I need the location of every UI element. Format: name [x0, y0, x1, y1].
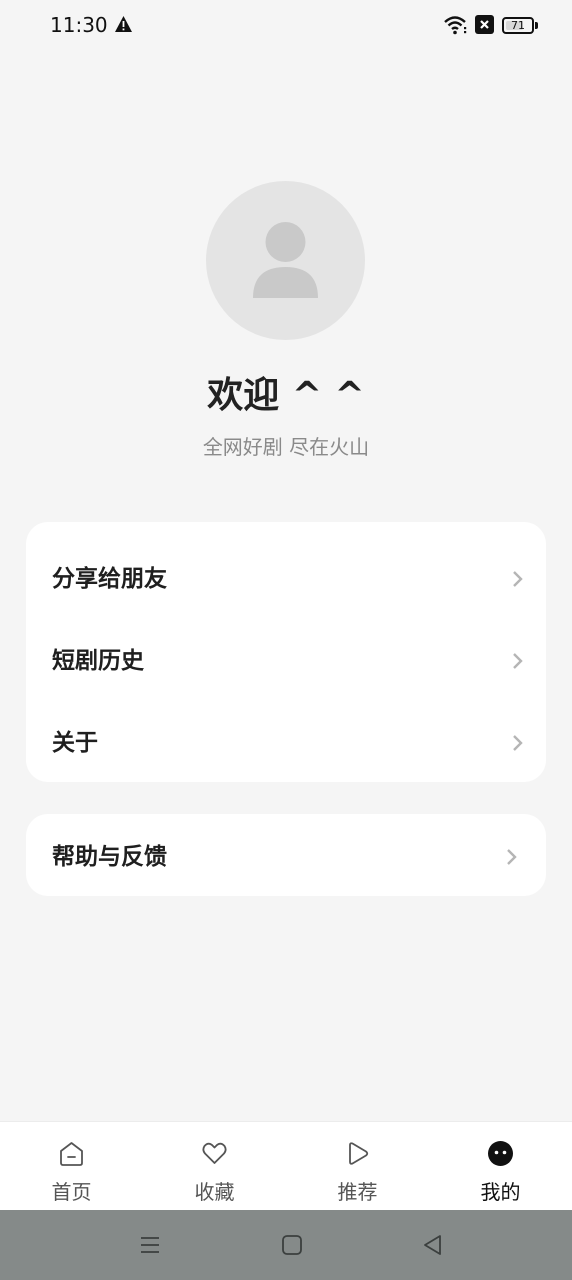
- wifi-icon: [444, 16, 467, 35]
- welcome-title: 欢迎 ^ ^: [207, 375, 365, 416]
- status-time: 11:30: [50, 13, 108, 37]
- tab-label: 推荐: [337, 1180, 378, 1204]
- bottom-tab-bar: 首页 收藏 推荐 我的: [0, 1121, 572, 1210]
- user-avatar-icon[interactable]: [206, 181, 365, 340]
- tab-favorites[interactable]: 收藏: [143, 1122, 286, 1211]
- chevron-right-icon: [513, 571, 523, 587]
- back-triangle-icon[interactable]: [420, 1232, 446, 1258]
- tab-label: 首页: [51, 1180, 92, 1204]
- welcome-subtitle: 全网好剧 尽在火山: [202, 435, 370, 459]
- profile-face-icon: [488, 1141, 513, 1166]
- home-square-icon[interactable]: [279, 1232, 305, 1258]
- menu-card-help: 帮助与反馈: [26, 814, 546, 896]
- chevron-right-icon: [513, 735, 523, 751]
- menu-item-label: 分享给朋友: [52, 566, 167, 592]
- system-nav-bar: [0, 1210, 572, 1280]
- tab-label: 我的: [480, 1180, 521, 1204]
- menu-item-label: 短剧历史: [52, 648, 144, 674]
- menu-item-about[interactable]: 关于: [26, 702, 546, 784]
- heart-icon: [202, 1142, 227, 1164]
- menu-item-history[interactable]: 短剧历史: [26, 620, 546, 702]
- home-icon: [60, 1142, 83, 1166]
- chevron-right-icon: [507, 849, 517, 865]
- tab-recommend[interactable]: 推荐: [286, 1122, 429, 1211]
- menu-item-share[interactable]: 分享给朋友: [26, 538, 546, 620]
- chevron-right-icon: [513, 653, 523, 669]
- menu-icon[interactable]: [137, 1232, 163, 1258]
- tab-label: 收藏: [194, 1180, 235, 1204]
- menu-item-label: 帮助与反馈: [52, 844, 167, 870]
- menu-item-help-feedback[interactable]: 帮助与反馈: [26, 816, 546, 898]
- tab-mine[interactable]: 我的: [429, 1122, 572, 1211]
- play-icon: [349, 1142, 369, 1165]
- tab-home[interactable]: 首页: [0, 1122, 143, 1211]
- status-bar: 11:30 71: [0, 0, 572, 52]
- alert-icon: [115, 16, 132, 32]
- battery-icon: 71: [502, 17, 538, 34]
- battery-level: 71: [511, 19, 525, 32]
- menu-card-main: 分享给朋友 短剧历史 关于: [26, 522, 546, 782]
- sim-error-icon: [475, 15, 494, 34]
- menu-item-label: 关于: [52, 730, 98, 756]
